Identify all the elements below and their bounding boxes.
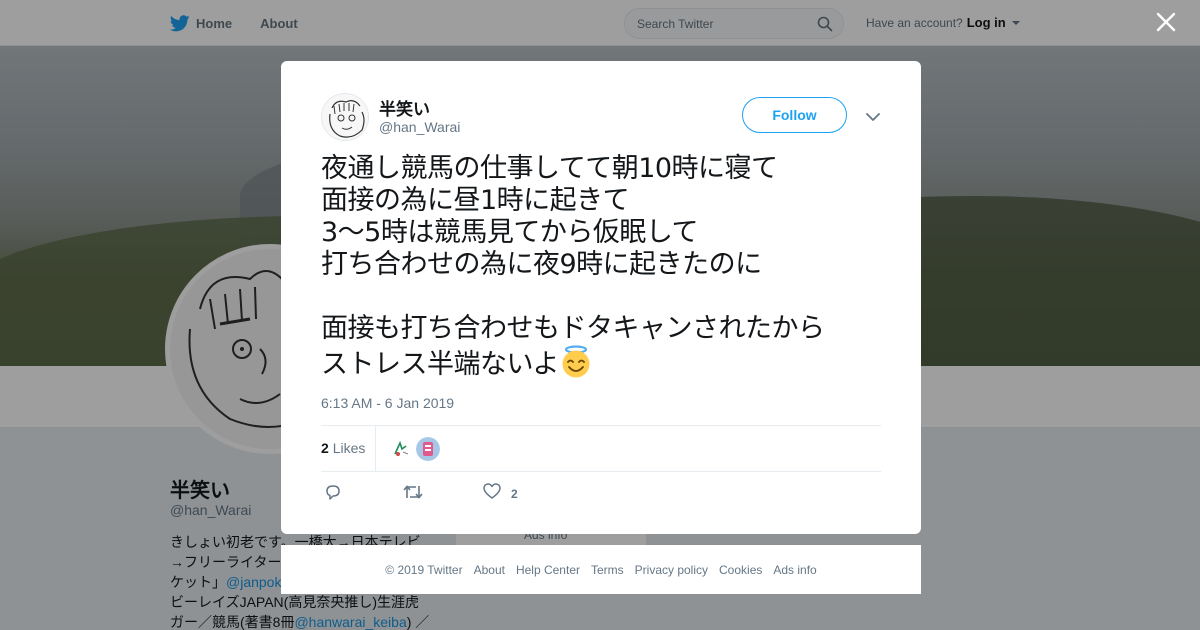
- tweet-text: 夜通し競馬の仕事してて朝10時に寝て 面接の為に昼1時に起きて 3〜5時は競馬見…: [321, 153, 901, 381]
- tweet-timestamp[interactable]: 6:13 AM - 6 Jan 2019: [321, 395, 454, 411]
- likes-stat[interactable]: 2 Likes: [321, 440, 365, 456]
- tweet-stats: 2 Likes: [321, 425, 881, 472]
- retweet-button[interactable]: [402, 483, 424, 506]
- footer-link[interactable]: Privacy policy: [635, 563, 708, 577]
- close-icon[interactable]: [1156, 12, 1176, 37]
- reply-button[interactable]: [324, 483, 342, 506]
- tweet-actions: 2: [321, 483, 621, 505]
- retweet-icon: [402, 483, 424, 506]
- likes-count: 2: [321, 440, 329, 456]
- smiling-face-with-halo-icon: [559, 345, 591, 378]
- like-count: 2: [511, 486, 518, 501]
- footer-link[interactable]: Terms: [591, 563, 624, 577]
- tweet-author-avatar[interactable]: [321, 93, 369, 141]
- reply-icon: [324, 483, 342, 506]
- heart-icon: [483, 483, 501, 504]
- tweet-modal: 半笑い @han_Warai Follow 夜通し競馬の仕事してて朝10時に寝て…: [281, 61, 921, 534]
- like-button[interactable]: 2: [483, 483, 518, 504]
- footer-link[interactable]: Help Center: [516, 563, 580, 577]
- footer-link[interactable]: © 2019 Twitter: [385, 563, 462, 577]
- follow-button[interactable]: Follow: [742, 97, 847, 133]
- chevron-down-icon[interactable]: [866, 109, 880, 127]
- liker-avatar[interactable]: [416, 437, 440, 461]
- footer-link[interactable]: About: [474, 563, 505, 577]
- likes-label: Likes: [332, 440, 366, 456]
- tweet-author-name[interactable]: 半笑い: [379, 95, 430, 120]
- footer-link[interactable]: Cookies: [719, 563, 762, 577]
- footer-bar: © 2019 Twitter About Help Center Terms Priva…: [281, 545, 921, 594]
- tweet-author-handle[interactable]: @han_Warai: [379, 119, 460, 135]
- footer-link[interactable]: Ads info: [773, 563, 816, 577]
- liker-avatar[interactable]: [389, 437, 413, 461]
